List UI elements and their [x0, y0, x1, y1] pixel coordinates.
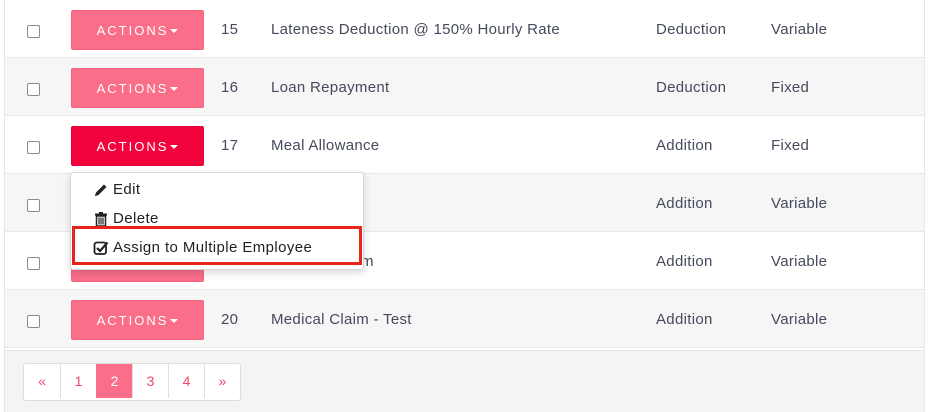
row-type: Addition [656, 253, 713, 270]
pagination: « 1 2 3 4 » [23, 363, 241, 401]
table-row: ACTIONS 16 Loan Repayment Deduction Fixe… [5, 58, 924, 116]
menu-item-assign-label: Assign to Multiple Employee [113, 239, 313, 256]
row-name: Medical Claim - Test [271, 311, 412, 328]
actions-label: ACTIONS [96, 138, 169, 154]
row-mode: Variable [771, 311, 828, 328]
row-mode: Fixed [771, 137, 810, 154]
row-checkbox[interactable] [27, 257, 40, 270]
row-id: 15 [221, 21, 239, 38]
row-id: 17 [221, 137, 239, 154]
row-checkbox[interactable] [27, 315, 40, 328]
page-2-active[interactable]: 2 [96, 364, 132, 398]
actions-button[interactable]: ACTIONS [71, 68, 204, 108]
trash-icon [95, 212, 107, 227]
menu-item-delete-label: Delete [113, 210, 159, 227]
row-name: Meal Allowance [271, 137, 380, 154]
row-mode: Variable [771, 253, 828, 270]
row-type: Deduction [656, 79, 727, 96]
row-name: Loan Repayment [271, 79, 390, 96]
actions-label: ACTIONS [96, 22, 169, 38]
row-checkbox[interactable] [27, 141, 40, 154]
row-mode: Variable [771, 21, 828, 38]
menu-item-edit[interactable]: Edit [93, 179, 140, 201]
row-mode: Variable [771, 195, 828, 212]
actions-button-open[interactable]: ACTIONS [71, 126, 204, 166]
caret-down-icon [170, 319, 179, 323]
table-row: ACTIONS 17 Meal Allowance Addition Fixed [5, 116, 924, 174]
actions-button[interactable]: ACTIONS [71, 300, 204, 340]
row-type: Addition [656, 195, 713, 212]
menu-item-edit-label: Edit [113, 181, 141, 198]
pencil-icon [95, 184, 107, 196]
row-type: Addition [656, 311, 713, 328]
page-1[interactable]: 1 [60, 364, 96, 398]
row-name: Lateness Deduction @ 150% Hourly Rate [271, 21, 560, 38]
page-3[interactable]: 3 [132, 364, 168, 398]
page-4[interactable]: 4 [168, 364, 204, 398]
row-id: 16 [221, 79, 239, 96]
row-mode: Fixed [771, 79, 810, 96]
row-checkbox[interactable] [27, 199, 40, 212]
row-checkbox[interactable] [27, 25, 40, 38]
caret-down-icon [170, 87, 179, 91]
row-type: Addition [656, 137, 713, 154]
caret-down-icon [170, 29, 179, 33]
actions-dropdown-menu: Edit Delete Assign to Multiple Employee [70, 172, 364, 270]
row-id: 20 [221, 311, 239, 328]
page-next[interactable]: » [204, 364, 240, 398]
menu-item-delete[interactable]: Delete [93, 208, 159, 230]
row-type: Deduction [656, 21, 727, 38]
menu-item-assign-multiple[interactable]: Assign to Multiple Employee [93, 237, 312, 259]
table-row: ACTIONS 15 Lateness Deduction @ 150% Hou… [5, 0, 924, 58]
actions-button[interactable]: ACTIONS [71, 10, 204, 50]
table-footer: « 1 2 3 4 » [5, 350, 924, 412]
table-row: ACTIONS 20 Medical Claim - Test Addition… [5, 290, 924, 348]
caret-down-icon [170, 145, 179, 149]
row-checkbox[interactable] [27, 83, 40, 96]
check-square-icon [93, 241, 109, 255]
actions-label: ACTIONS [96, 312, 169, 328]
actions-label: ACTIONS [96, 80, 169, 96]
page-prev[interactable]: « [24, 364, 60, 398]
